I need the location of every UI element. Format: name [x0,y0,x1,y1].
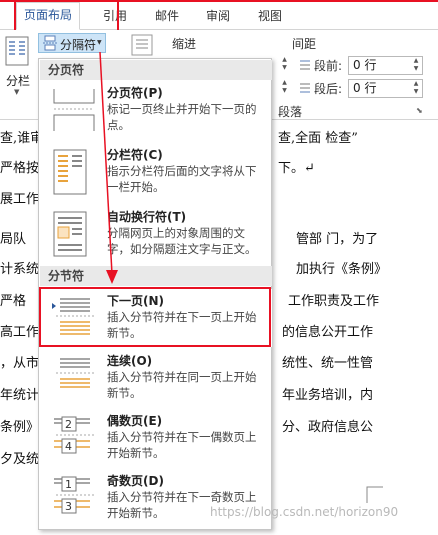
svg-text:3: 3 [65,500,72,513]
menu-item-text-wrapping-break[interactable]: 自动换行符(T) 分隔网页上的对象周围的文字，如分隔题注文字与正文。 [40,205,272,263]
svg-text:1: 1 [65,478,72,491]
doc-text-line: 高工作 [0,325,40,340]
space-before-input[interactable]: 0 行 ▲ ▼ [348,56,423,75]
menu-item-column-break[interactable]: 分栏符(C) 指示分栏符后面的文字将从下一栏开始。 [40,143,272,201]
section-header-page-breaks: 分页符 [40,60,272,80]
doc-text-line: 查,谁审 [0,131,44,146]
doc-text-line: 严格按 [0,161,40,176]
doc-text-line: 严格 [0,294,27,309]
even-page-section-icon: 2 4 [54,416,94,454]
doc-text-line: 展工作 [0,192,40,207]
columns-icon [5,36,29,66]
dialog-launcher-icon[interactable]: ⬊ [416,106,423,115]
chevron-down-icon: ▼ [97,39,102,46]
line-numbers-icon[interactable] [130,34,154,56]
menu-item-continuous[interactable]: 连续(O) 插入分节符并在同一页上开始新节。 [40,349,272,407]
space-after-input[interactable]: 0 行 ▲ ▼ [348,79,423,98]
doc-text-line: 工作职责及工作 [288,294,380,309]
doc-text-line: 统性、统一性管 [282,356,374,371]
page-corner-mark [366,486,383,503]
breaks-icon [43,35,57,51]
svg-text:2: 2 [65,418,72,431]
indent-left-spinner[interactable]: ▲ ▼ [278,56,291,75]
watermark-text: https://blog.csdn.net/horizon90 [210,505,399,519]
columns-button[interactable]: 分栏 ▼ [2,34,32,96]
paragraph-group-label: 段落 [278,105,303,119]
tab-mailings[interactable]: 邮件 [150,6,184,26]
spinner-arrows-icon[interactable]: ▲ ▼ [411,80,421,97]
columns-label: 分栏 [6,74,31,88]
menu-item-title: 奇数页(D) [107,474,164,488]
space-before-label: 段前: [314,59,343,73]
doc-text-line: 分、政府信息公 [282,420,374,435]
doc-text-line: 局队 [0,232,27,247]
tab-view[interactable]: 视图 [255,6,285,26]
doc-text-line: 年统计 [0,388,40,403]
indent-label: 缩进 [172,37,197,51]
column-break-icon [53,149,87,195]
doc-text-line: ，从市 [0,356,40,371]
spinner-arrows-icon[interactable]: ▲ ▼ [411,57,421,74]
space-before-value: 0 行 [353,58,377,72]
menu-item-page-break[interactable]: 分页符(P) 标记一页终止并开始下一页的点。 [40,81,272,139]
menu-item-desc: 插入分节符并在同一页上开始新节。 [107,370,257,400]
text-wrap-break-icon [53,211,87,257]
svg-text:4: 4 [65,440,72,453]
indent-right-spinner[interactable]: ▲ ▼ [278,79,291,98]
doc-text-line: 加执行《条例》 [296,262,388,277]
continuous-section-icon [56,358,94,388]
menu-item-desc: 指示分栏符后面的文字将从下一栏开始。 [107,164,257,194]
menu-item-title: 连续(O) [107,354,153,368]
highlight-box-next-page [39,287,271,347]
menu-item-desc: 分隔网页上的对象周围的文字，如分隔题注文字与正文。 [107,226,257,256]
highlight-top-line [0,0,438,2]
spacing-label: 间距 [292,37,317,51]
menu-item-title: 偶数页(E) [107,414,163,428]
space-after-icon [300,83,310,93]
space-after-label: 段后: [314,82,343,96]
doc-text-line: 的信息公开工作 [282,325,374,340]
doc-text-line: 年业务培训，内 [282,388,374,403]
menu-item-desc: 标记一页终止并开始下一页的点。 [107,102,257,132]
chevron-down-icon: ▼ [14,88,20,96]
tab-review[interactable]: 审阅 [203,6,233,26]
section-header-section-breaks: 分节符 [40,266,272,286]
annotation-arrow [99,51,118,284]
menu-item-desc: 插入分节符并在下一偶数页上开始新节。 [107,430,257,460]
space-before-icon [300,60,310,70]
space-after-value: 0 行 [353,81,377,95]
doc-text-line: 下。↵ [278,161,315,176]
menu-item-even-page[interactable]: 2 4 偶数页(E) 插入分节符并在下一偶数页上开始新节。 [40,409,272,467]
doc-text-line: 夕及统 [0,452,40,467]
doc-text-line: 查,全面 检查” [278,131,358,146]
odd-page-section-icon: 1 3 [54,476,94,514]
doc-text-line: 计系统 [0,262,40,277]
doc-text-line: 管部 门，为了 [296,232,379,247]
doc-text-line: 条例》 [0,420,40,435]
